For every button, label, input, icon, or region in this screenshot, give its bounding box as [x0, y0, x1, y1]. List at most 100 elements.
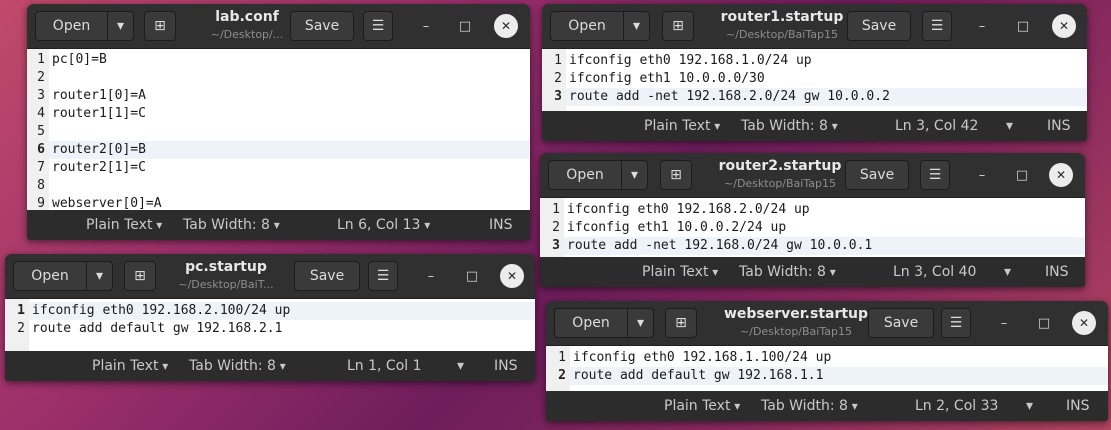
maximize-icon[interactable]: □ [1010, 163, 1034, 187]
code-line[interactable] [49, 123, 530, 141]
window-router1-startup[interactable]: Open ▾ ⊞ router1.startup ~/Desktop/BaiTa… [542, 4, 1087, 141]
text-editor[interactable]: 123456789 pc[0]=B router1[0]=A router1[1]=… [27, 49, 530, 211]
open-button[interactable]: Open [35, 11, 108, 41]
cursor-position[interactable]: Ln 3, Col 40 [893, 264, 976, 280]
cursor-position[interactable]: Ln 2, Col 33 [915, 398, 998, 414]
tab-width-selector[interactable]: Tab Width: 8 [189, 358, 286, 374]
tab-width-selector[interactable]: Tab Width: 8 [739, 264, 836, 280]
code-line[interactable]: route add default gw 192.168.1.1 [570, 367, 1108, 385]
line-number: 4 [37, 106, 45, 121]
new-tab-icon[interactable]: ⊞ [665, 308, 697, 338]
language-selector[interactable]: Plain Text [86, 217, 162, 233]
code-line[interactable]: pc[0]=B [49, 51, 530, 69]
minimize-icon[interactable]: – [970, 14, 994, 38]
code-line[interactable]: ifconfig eth1 10.0.0.2/24 up [564, 219, 1085, 237]
save-button[interactable]: Save [845, 160, 909, 190]
open-menu-chevron-icon[interactable]: ▾ [87, 261, 113, 291]
insert-mode-indicator[interactable]: INS [1066, 398, 1090, 414]
minimize-icon[interactable]: – [414, 14, 438, 38]
cursor-position[interactable]: Ln 3, Col 42 [895, 118, 978, 134]
new-tab-icon[interactable]: ⊞ [660, 160, 692, 190]
code-line[interactable]: router1[0]=A [49, 87, 530, 105]
hamburger-menu-icon[interactable]: ☰ [368, 261, 398, 291]
cursor-position[interactable]: Ln 1, Col 1 [347, 358, 422, 374]
code-line[interactable]: route add -net 192.168.2.0/24 gw 10.0.0.… [566, 88, 1087, 106]
code-line[interactable]: router2[0]=B [49, 141, 530, 159]
language-selector[interactable]: Plain Text [664, 398, 740, 414]
header-bar[interactable]: Open ▾ ⊞ router1.startup ~/Desktop/BaiTa… [542, 4, 1087, 49]
chevron-down-icon[interactable]: ▾ [457, 358, 464, 374]
open-button[interactable]: Open [548, 160, 622, 190]
language-selector[interactable]: Plain Text [92, 358, 168, 374]
hamburger-menu-icon[interactable]: ☰ [941, 308, 971, 338]
code-line[interactable]: ifconfig eth0 192.168.2.0/24 up [564, 201, 1085, 219]
text-editor[interactable]: 1 2 3 ifconfig eth0 192.168.1.0/24 up ifcon… [542, 49, 1087, 111]
hamburger-menu-icon[interactable]: ☰ [920, 160, 950, 190]
new-tab-icon[interactable]: ⊞ [124, 261, 156, 291]
code-line[interactable] [49, 69, 530, 87]
header-bar[interactable]: Open ▾ ⊞ router2.startup ~/Desktop/BaiTa… [540, 153, 1085, 198]
tab-width-selector[interactable]: Tab Width: 8 [741, 118, 838, 134]
new-tab-icon[interactable]: ⊞ [662, 11, 694, 41]
minimize-icon[interactable]: – [970, 163, 994, 187]
open-menu-chevron-icon[interactable]: ▾ [628, 308, 654, 338]
new-tab-icon[interactable]: ⊞ [144, 11, 176, 41]
language-selector[interactable]: Plain Text [644, 118, 720, 134]
close-icon[interactable]: ✕ [500, 264, 524, 288]
minimize-icon[interactable]: – [992, 311, 1016, 335]
text-editor[interactable]: 1 2 3 ifconfig eth0 192.168.2.0/24 up ifcon… [540, 198, 1085, 258]
insert-mode-indicator[interactable]: INS [1045, 264, 1069, 280]
language-selector[interactable]: Plain Text [642, 264, 718, 280]
open-button[interactable]: Open [554, 308, 628, 338]
maximize-icon[interactable]: □ [1032, 311, 1056, 335]
window-pc-startup[interactable]: Open ▾ ⊞ pc.startup ~/Desktop/BaiT... Sa… [5, 254, 535, 381]
code-line[interactable]: ifconfig eth1 10.0.0.0/30 [566, 70, 1087, 88]
open-menu-chevron-icon[interactable]: ▾ [108, 11, 134, 41]
maximize-icon[interactable]: □ [1011, 14, 1035, 38]
save-button[interactable]: Save [290, 11, 354, 41]
close-icon[interactable]: ✕ [1049, 163, 1073, 187]
insert-mode-indicator[interactable]: INS [494, 358, 518, 374]
code-line[interactable]: ifconfig eth0 192.168.1.0/24 up [566, 52, 1087, 70]
chevron-down-icon[interactable]: ▾ [1004, 264, 1011, 280]
code-line[interactable]: router1[1]=C [49, 105, 530, 123]
code-line[interactable]: router2[1]=C [49, 159, 530, 177]
header-bar[interactable]: Open ▾ ⊞ pc.startup ~/Desktop/BaiT... Sa… [5, 254, 535, 299]
open-button[interactable]: Open [13, 261, 87, 291]
text-editor[interactable]: 12 ifconfig eth0 192.168.1.100/24 up rout… [546, 346, 1108, 391]
code-line[interactable]: route add -net 192.168.0/24 gw 10.0.0.1 [564, 237, 1085, 255]
close-icon[interactable]: ✕ [1072, 311, 1096, 335]
open-menu-chevron-icon[interactable]: ▾ [622, 160, 648, 190]
hamburger-menu-icon[interactable]: ☰ [363, 11, 393, 41]
window-router2-startup[interactable]: Open ▾ ⊞ router2.startup ~/Desktop/BaiTa… [540, 153, 1085, 287]
maximize-icon[interactable]: □ [460, 264, 484, 288]
header-bar[interactable]: Open ▾ ⊞ lab.conf ~/Desktop/... Save ☰ –… [27, 4, 530, 49]
open-button[interactable]: Open [550, 11, 624, 41]
maximize-icon[interactable]: □ [453, 14, 477, 38]
save-button[interactable]: Save [294, 261, 360, 291]
cursor-position[interactable]: Ln 6, Col 13 [337, 217, 430, 233]
close-icon[interactable]: ✕ [494, 14, 518, 38]
insert-mode-indicator[interactable]: INS [1047, 118, 1071, 134]
code-line[interactable]: ifconfig eth0 192.168.2.100/24 up [29, 302, 535, 320]
code-line[interactable]: route add default gw 192.168.2.1 [29, 320, 535, 338]
chevron-down-icon[interactable]: ▾ [1026, 398, 1033, 414]
minimize-icon[interactable]: – [419, 264, 443, 288]
chevron-down-icon[interactable]: ▾ [1006, 118, 1013, 134]
tab-width-selector[interactable]: Tab Width: 8 [761, 398, 858, 414]
hamburger-menu-icon[interactable]: ☰ [922, 11, 952, 41]
code-line[interactable] [49, 177, 530, 195]
code-line[interactable]: ifconfig eth0 192.168.1.100/24 up [570, 349, 1108, 367]
window-title: router1.startup [720, 9, 844, 25]
insert-mode-indicator[interactable]: INS [489, 217, 513, 233]
text-editor[interactable]: 12 ifconfig eth0 192.168.2.100/24 up rout… [5, 299, 535, 351]
open-menu-chevron-icon[interactable]: ▾ [624, 11, 650, 41]
save-button[interactable]: Save [847, 11, 911, 41]
close-icon[interactable]: ✕ [1052, 14, 1076, 38]
header-bar[interactable]: Open ▾ ⊞ webserver.startup ~/Desktop/Bai… [546, 301, 1108, 346]
window-title: router2.startup [718, 158, 842, 174]
window-lab-conf[interactable]: Open ▾ ⊞ lab.conf ~/Desktop/... Save ☰ –… [27, 4, 530, 240]
window-webserver-startup[interactable]: Open ▾ ⊞ webserver.startup ~/Desktop/Bai… [546, 301, 1108, 421]
save-button[interactable]: Save [868, 308, 934, 338]
tab-width-selector[interactable]: Tab Width: 8 [183, 217, 280, 233]
